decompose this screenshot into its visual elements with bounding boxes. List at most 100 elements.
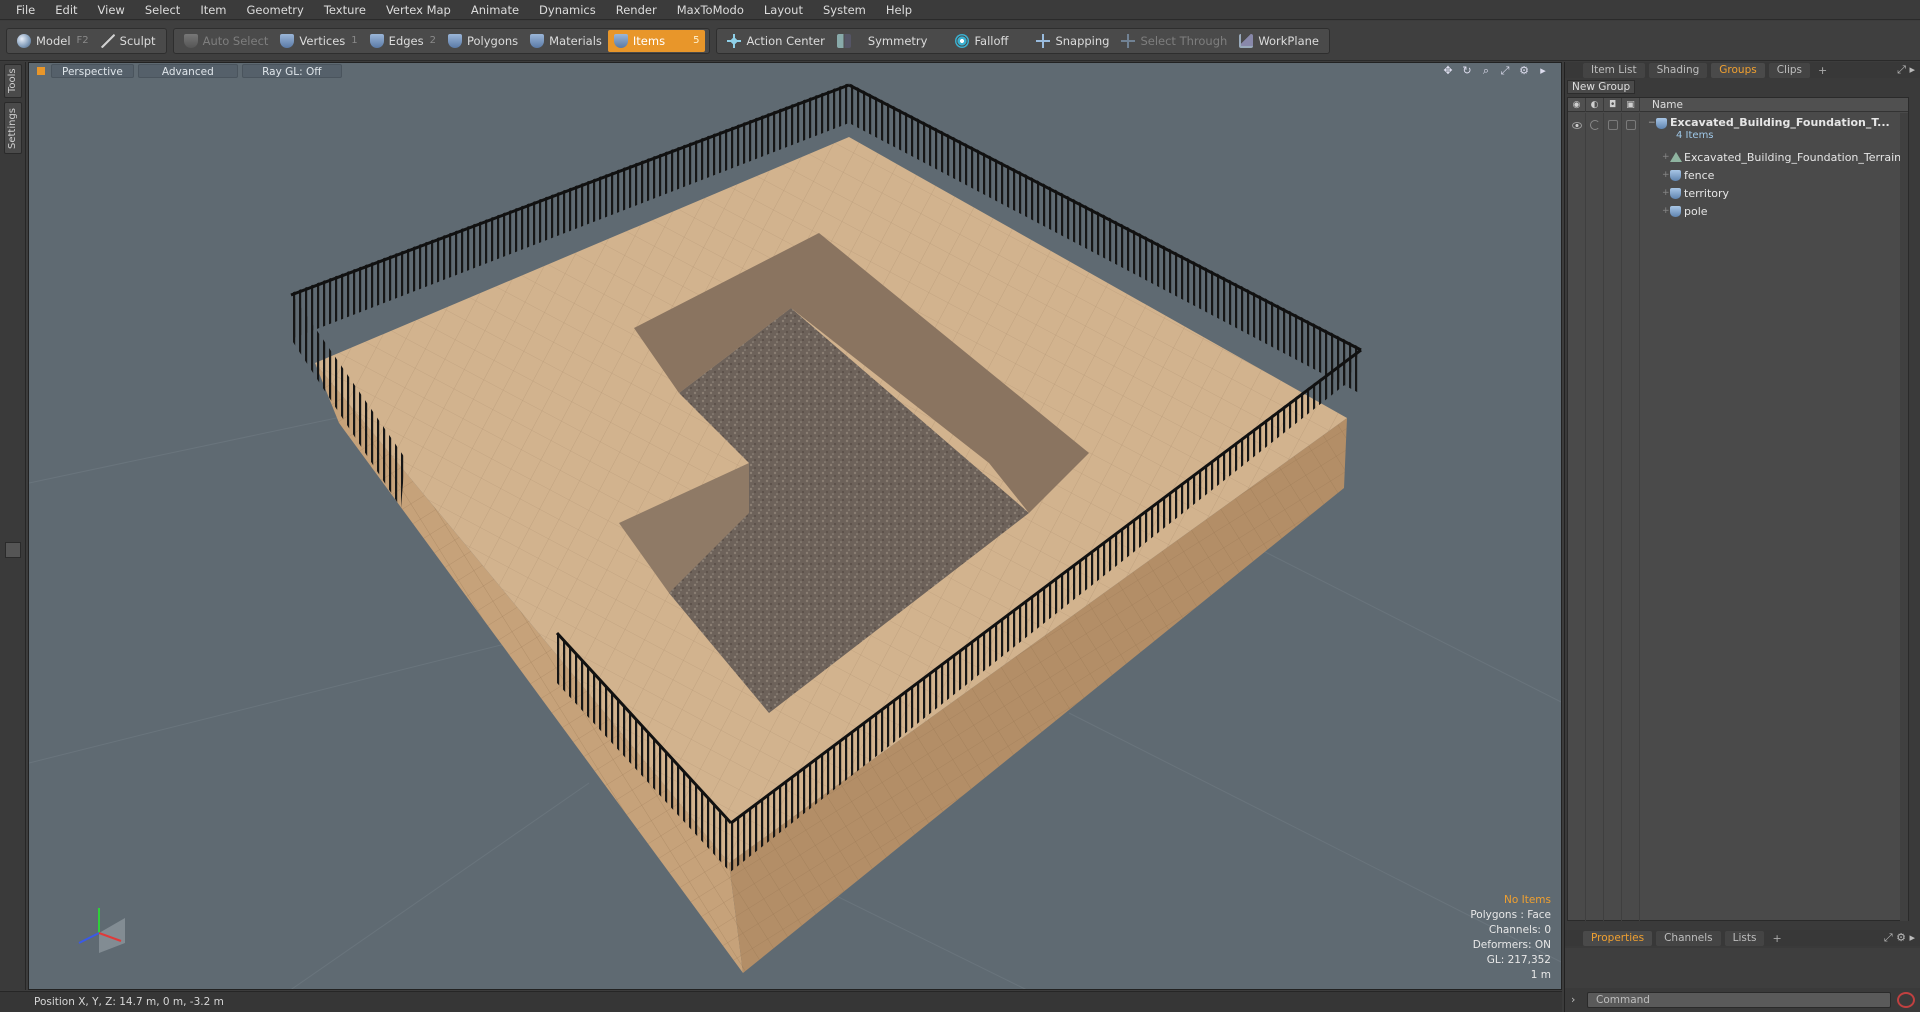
tab-clips[interactable]: Clips	[1768, 62, 1811, 78]
3d-viewport[interactable]: Perspective Advanced Ray GL: Off ✥ ↻ ⌕ ⤢…	[28, 62, 1562, 990]
triangle-right-icon[interactable]: ▸	[1537, 65, 1549, 77]
tab-properties[interactable]: Properties	[1583, 930, 1653, 946]
menu-texture[interactable]: Texture	[314, 0, 376, 20]
list-item[interactable]: + fence	[1568, 166, 1908, 184]
scene-render[interactable]	[29, 63, 1562, 990]
expand-icon[interactable]: +	[1662, 152, 1670, 162]
menu-view[interactable]: View	[88, 0, 135, 20]
groups-tree: ◉ ◐ ◘ ▣ Name − Excavated_Building_Founda…	[1567, 97, 1909, 921]
group-row[interactable]: − Excavated_Building_Foundation_T... 4 I…	[1568, 114, 1908, 142]
mesh-icon	[1670, 169, 1681, 181]
status-bar: Position X, Y, Z: 14.7 m, 0 m, -3.2 m	[0, 991, 1562, 1012]
bottom-tabs: Properties Channels Lists + ⤢ ⚙ ▸	[1565, 930, 1920, 946]
group-select-checkbox[interactable]	[1626, 120, 1636, 130]
right-panel: Item List Shading Groups Clips + ⤢ ▸ New…	[1564, 62, 1920, 1012]
add-bottom-tab-icon[interactable]: +	[1772, 932, 1781, 945]
tree-scrollbar[interactable]	[1900, 113, 1908, 921]
visibility-col-icon[interactable]: ◉	[1568, 97, 1586, 112]
bottom-panel-icons[interactable]: ⤢ ⚙ ▸	[1884, 931, 1915, 945]
raygl-dropdown[interactable]: Ray GL: Off	[241, 64, 342, 78]
select-through-button[interactable]: Select Through	[1115, 30, 1233, 52]
rotate-icon[interactable]: ↻	[1461, 65, 1473, 77]
zoom-icon[interactable]: ⌕	[1480, 65, 1492, 77]
expand-icon[interactable]: +	[1662, 206, 1670, 216]
auto-select-label: Auto Select	[202, 33, 269, 48]
list-item[interactable]: + territory	[1568, 184, 1908, 202]
mode-group: Model F2 Sculpt	[6, 27, 167, 54]
menu-item[interactable]: Item	[190, 0, 236, 20]
render-col-icon[interactable]: ◐	[1586, 97, 1604, 112]
view-mode-dropdown[interactable]: Perspective	[51, 64, 134, 78]
menu-help[interactable]: Help	[876, 0, 922, 20]
tree-header: ◉ ◐ ◘ ▣ Name	[1568, 97, 1908, 112]
falloff-button[interactable]: Falloff	[949, 30, 1030, 52]
expand-icon[interactable]: +	[1662, 188, 1670, 198]
materials-button[interactable]: Materials	[524, 30, 608, 52]
model-sphere-icon	[17, 33, 31, 48]
group-collapse-icon[interactable]: −	[1648, 118, 1656, 128]
menu-animate[interactable]: Animate	[461, 0, 529, 20]
menu-system[interactable]: System	[813, 0, 876, 20]
command-row: › Command	[1565, 989, 1920, 1011]
lock-col-icon[interactable]: ◘	[1604, 97, 1622, 112]
list-item[interactable]: + Excavated_Building_Foundation_Terrain	[1568, 148, 1908, 166]
tab-settings[interactable]: Settings	[4, 102, 22, 154]
maximize-icon[interactable]: ⤢	[1499, 65, 1511, 77]
menu-edit[interactable]: Edit	[45, 0, 87, 20]
select-through-icon	[1121, 33, 1136, 48]
modo-app: File Edit View Select Item Geometry Text…	[0, 0, 1920, 1012]
tab-item-list[interactable]: Item List	[1583, 62, 1645, 78]
group-lock-checkbox[interactable]	[1608, 120, 1618, 130]
tab-groups[interactable]: Groups	[1711, 62, 1765, 78]
tab-shading[interactable]: Shading	[1648, 62, 1708, 78]
mesh-icon	[1670, 152, 1682, 162]
symmetry-icon	[836, 33, 851, 48]
symmetry-button[interactable]: Symmetry	[831, 30, 950, 52]
menu-render[interactable]: Render	[606, 0, 667, 20]
menu-dynamics[interactable]: Dynamics	[529, 0, 606, 20]
select-col-icon[interactable]: ▣	[1622, 97, 1640, 112]
group-icon	[1656, 118, 1667, 129]
strip-toggle-button[interactable]	[5, 542, 21, 558]
tab-channels[interactable]: Channels	[1656, 930, 1721, 946]
viewport-menu-icon[interactable]	[37, 67, 45, 75]
auto-select-button[interactable]: Auto Select	[178, 30, 275, 52]
menu-maxtomodo[interactable]: MaxToModo	[667, 0, 754, 20]
group-visibility-icon[interactable]	[1572, 122, 1582, 129]
gear-icon[interactable]: ⚙	[1518, 65, 1530, 77]
info-gl: GL: 217,352	[1486, 954, 1551, 966]
edges-button[interactable]: Edges 2	[364, 30, 442, 52]
command-input[interactable]: Command	[1587, 992, 1891, 1008]
item-name: pole	[1684, 204, 1708, 218]
item-name: Excavated_Building_Foundation_Terrain	[1684, 150, 1902, 164]
menu-layout[interactable]: Layout	[754, 0, 813, 20]
menu-vertex-map[interactable]: Vertex Map	[376, 0, 461, 20]
model-label: Model	[36, 33, 71, 48]
pan-icon[interactable]: ✥	[1442, 65, 1454, 77]
workplane-button[interactable]: WorkPlane	[1233, 30, 1325, 52]
menu-file[interactable]: File	[6, 0, 45, 20]
vertices-button[interactable]: Vertices 1	[274, 30, 363, 52]
panel-expand-icon[interactable]: ⤢ ▸	[1897, 63, 1915, 77]
tab-tools[interactable]: Tools	[4, 64, 22, 98]
group-render-icon[interactable]	[1590, 120, 1600, 130]
sculpt-button[interactable]: Sculpt	[95, 30, 162, 52]
items-button[interactable]: Items 5	[607, 29, 706, 52]
name-column-header[interactable]: Name	[1640, 99, 1683, 111]
command-record-button[interactable]	[1897, 992, 1915, 1008]
model-button[interactable]: Model F2	[11, 30, 95, 52]
snapping-button[interactable]: Snapping	[1030, 30, 1115, 52]
tree-col-2	[1586, 113, 1604, 921]
add-tab-icon[interactable]: +	[1818, 64, 1827, 77]
snapping-label: Snapping	[1055, 33, 1110, 48]
expand-icon[interactable]: +	[1662, 170, 1670, 180]
tab-lists[interactable]: Lists	[1724, 930, 1765, 946]
polygons-button[interactable]: Polygons	[442, 30, 524, 52]
menu-select[interactable]: Select	[135, 0, 190, 20]
shading-dropdown[interactable]: Advanced	[137, 64, 238, 78]
list-item[interactable]: + pole	[1568, 202, 1908, 220]
item-name: territory	[1684, 186, 1730, 200]
action-center-button[interactable]: Action Center	[721, 30, 830, 52]
new-group-button[interactable]: New Group	[1567, 80, 1636, 94]
menu-geometry[interactable]: Geometry	[237, 0, 314, 20]
